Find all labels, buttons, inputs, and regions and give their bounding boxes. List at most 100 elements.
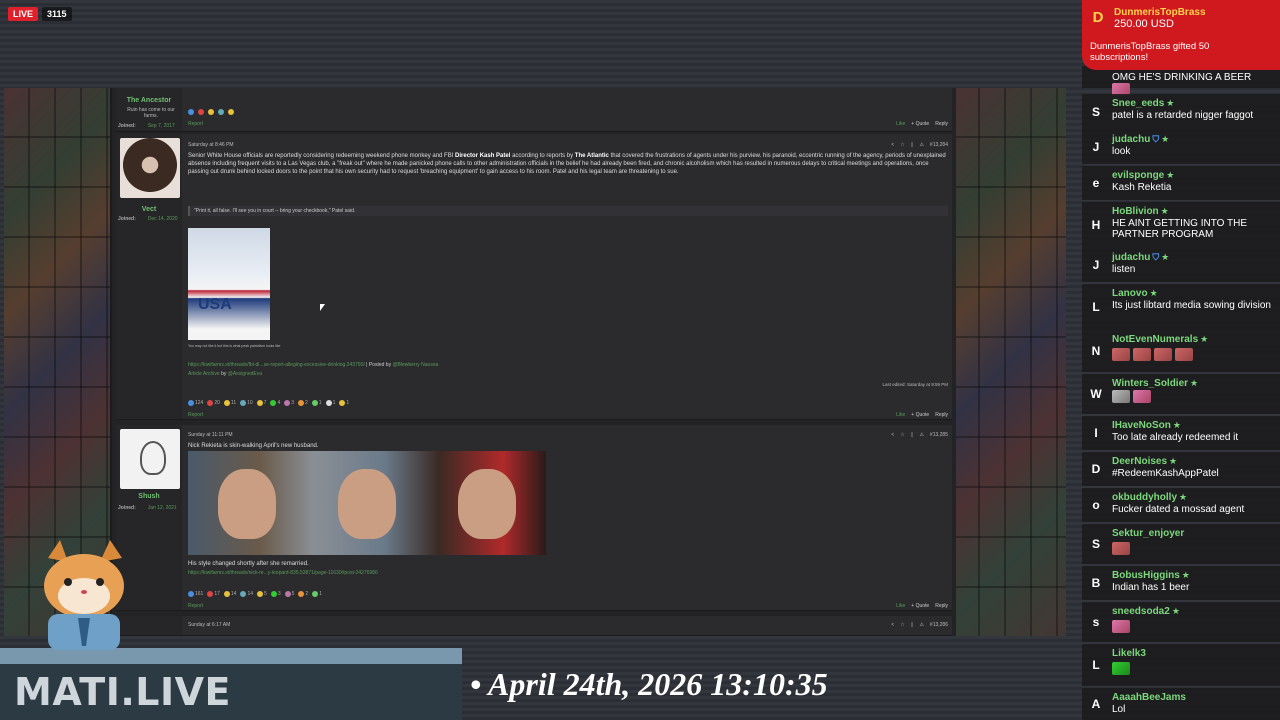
posted-by-user[interactable]: @Blewberry Nausea xyxy=(392,362,438,368)
chat-username[interactable]: NotEvenNumerals ★ xyxy=(1112,334,1208,345)
assigned-user[interactable]: @AssignedEva xyxy=(228,371,262,377)
reaction-item[interactable]: 161 xyxy=(188,591,203,597)
share-icon[interactable]: < xyxy=(891,142,894,148)
reaction-item[interactable] xyxy=(188,109,194,115)
chat-avatar[interactable]: I xyxy=(1088,425,1104,441)
chat-username[interactable]: AaaahBeeJams xyxy=(1112,692,1186,703)
chat-username[interactable]: BobusHiggins ★ xyxy=(1112,570,1190,581)
reaction-item[interactable]: 2 xyxy=(298,400,308,406)
report-link[interactable]: Report xyxy=(188,603,203,609)
chat-avatar[interactable]: S xyxy=(1088,104,1104,120)
post-number[interactable]: #13,285 xyxy=(930,432,948,438)
like-button[interactable]: Like xyxy=(896,121,905,127)
reaction-bar[interactable] xyxy=(188,109,234,115)
chat-username[interactable]: evilsponge ★ xyxy=(1112,170,1174,181)
post-image[interactable]: USA xyxy=(188,228,270,340)
chat-username[interactable]: Snee_eeds ★ xyxy=(1112,98,1174,109)
reaction-item[interactable]: 11 xyxy=(223,400,236,406)
reaction-item[interactable]: 1 xyxy=(311,400,322,406)
reply-button[interactable]: Reply xyxy=(935,412,948,418)
reaction-item[interactable]: 7 xyxy=(256,400,266,406)
reaction-item[interactable]: 20 xyxy=(207,400,220,406)
chat-username[interactable]: Likelk3 xyxy=(1112,648,1146,659)
reaction-bar[interactable]: 161 17 14 14 5 3 5 2 1 xyxy=(188,591,322,597)
reaction-item[interactable] xyxy=(228,109,234,115)
quote-button[interactable]: + Quote xyxy=(911,603,929,609)
chat-username[interactable]: okbuddyholly ★ xyxy=(1112,492,1187,503)
username[interactable]: Vect xyxy=(116,206,182,213)
chat-username[interactable]: judachu ⛉ ★ xyxy=(1112,252,1169,263)
chat-avatar[interactable]: N xyxy=(1088,343,1104,359)
chat-username[interactable]: IHaveNoSon ★ xyxy=(1112,420,1181,431)
bookmark-star-icon[interactable]: ☆ xyxy=(900,432,904,438)
quote-button[interactable]: + Quote xyxy=(911,121,929,127)
warning-icon[interactable]: ⚠ xyxy=(919,432,923,438)
source-link[interactable]: https://kiwifarms.st/threads/fbi-di...se… xyxy=(188,362,365,368)
reaction-item[interactable]: 3 xyxy=(284,400,294,406)
report-link[interactable]: Report xyxy=(188,121,203,127)
reaction-item[interactable]: 124 xyxy=(188,400,203,406)
chat-username[interactable]: judachu ⛉ ★ xyxy=(1112,134,1169,145)
chat-username[interactable]: HoBlivion ★ xyxy=(1112,206,1169,217)
avatar[interactable] xyxy=(120,429,180,489)
reaction-item[interactable]: 1 xyxy=(339,400,349,406)
reaction-item[interactable]: 14 xyxy=(223,591,236,597)
bookmark-star-icon[interactable]: ☆ xyxy=(900,622,904,628)
chat-avatar[interactable]: o xyxy=(1088,497,1104,513)
chat-avatar[interactable]: D xyxy=(1088,461,1104,477)
reaction-bar[interactable]: 124 20 11 10 7 4 3 2 1 1 1 xyxy=(188,400,349,406)
reaction-item[interactable]: 1 xyxy=(312,591,322,597)
reaction-item[interactable] xyxy=(198,109,204,115)
chat-avatar[interactable]: B xyxy=(1088,575,1104,591)
bookmark-icon[interactable]: ▯ xyxy=(911,432,914,438)
chat-username[interactable]: DeerNoises ★ xyxy=(1112,456,1177,467)
reaction-item[interactable]: 4 xyxy=(270,400,280,406)
username[interactable]: The Ancestor xyxy=(116,97,182,104)
chat-avatar[interactable]: L xyxy=(1088,657,1104,673)
reaction-item[interactable]: 17 xyxy=(207,591,220,597)
chat-avatar[interactable]: W xyxy=(1088,386,1104,402)
warning-icon[interactable]: ⚠ xyxy=(919,142,923,148)
post-image[interactable] xyxy=(188,451,546,555)
warning-icon[interactable]: ⚠ xyxy=(919,622,923,628)
share-icon[interactable]: < xyxy=(891,432,894,438)
reaction-item[interactable]: 1 xyxy=(325,400,335,406)
chat-username[interactable]: Sektur_enjoyer xyxy=(1112,528,1184,539)
chat-username[interactable]: Lanovo ★ xyxy=(1112,288,1158,299)
bookmark-icon[interactable]: ▯ xyxy=(911,622,914,628)
chat-username[interactable]: Winters_Soldier ★ xyxy=(1112,378,1198,389)
reaction-item[interactable]: 5 xyxy=(284,591,294,597)
chat-avatar[interactable]: s xyxy=(1088,614,1104,630)
reaction-item[interactable]: 14 xyxy=(240,591,253,597)
quote-button[interactable]: + Quote xyxy=(911,412,929,418)
like-button[interactable]: Like xyxy=(896,603,905,609)
bookmark-star-icon[interactable]: ☆ xyxy=(900,142,904,148)
chat-username[interactable]: sneedsoda2 ★ xyxy=(1112,606,1180,617)
post-date[interactable]: Sunday at 6:17 AM xyxy=(188,622,230,628)
reaction-item[interactable]: 10 xyxy=(240,400,253,406)
post-number[interactable]: #13,284 xyxy=(930,142,948,148)
avatar[interactable] xyxy=(120,138,180,198)
reaction-item[interactable]: 2 xyxy=(298,591,308,597)
chat-avatar[interactable]: J xyxy=(1088,139,1104,155)
chat-avatar[interactable]: J xyxy=(1088,257,1104,273)
archive-link[interactable]: Article Archive xyxy=(188,371,220,377)
reply-button[interactable]: Reply xyxy=(935,603,948,609)
reaction-item[interactable] xyxy=(218,109,224,115)
chat-avatar[interactable]: A xyxy=(1088,696,1104,712)
like-button[interactable]: Like xyxy=(896,412,905,418)
reaction-item[interactable]: 5 xyxy=(257,591,267,597)
reply-button[interactable]: Reply xyxy=(935,121,948,127)
reaction-item[interactable]: 3 xyxy=(270,591,281,597)
bookmark-icon[interactable]: ▯ xyxy=(911,142,914,148)
share-icon[interactable]: < xyxy=(891,622,894,628)
chat-avatar[interactable]: S xyxy=(1088,536,1104,552)
reaction-item[interactable] xyxy=(208,109,214,115)
chat-avatar[interactable]: e xyxy=(1088,175,1104,191)
username[interactable]: Shush xyxy=(116,493,182,500)
post-date[interactable]: Sunday at 11:11 PM xyxy=(188,432,233,438)
post-date[interactable]: Saturday at 8:46 PM xyxy=(188,142,234,148)
chat-avatar[interactable]: L xyxy=(1088,299,1104,315)
post-number[interactable]: #13,286 xyxy=(930,622,948,628)
post-link[interactable]: https://kiwifarms.st/threads/nick-re...y… xyxy=(188,570,378,576)
